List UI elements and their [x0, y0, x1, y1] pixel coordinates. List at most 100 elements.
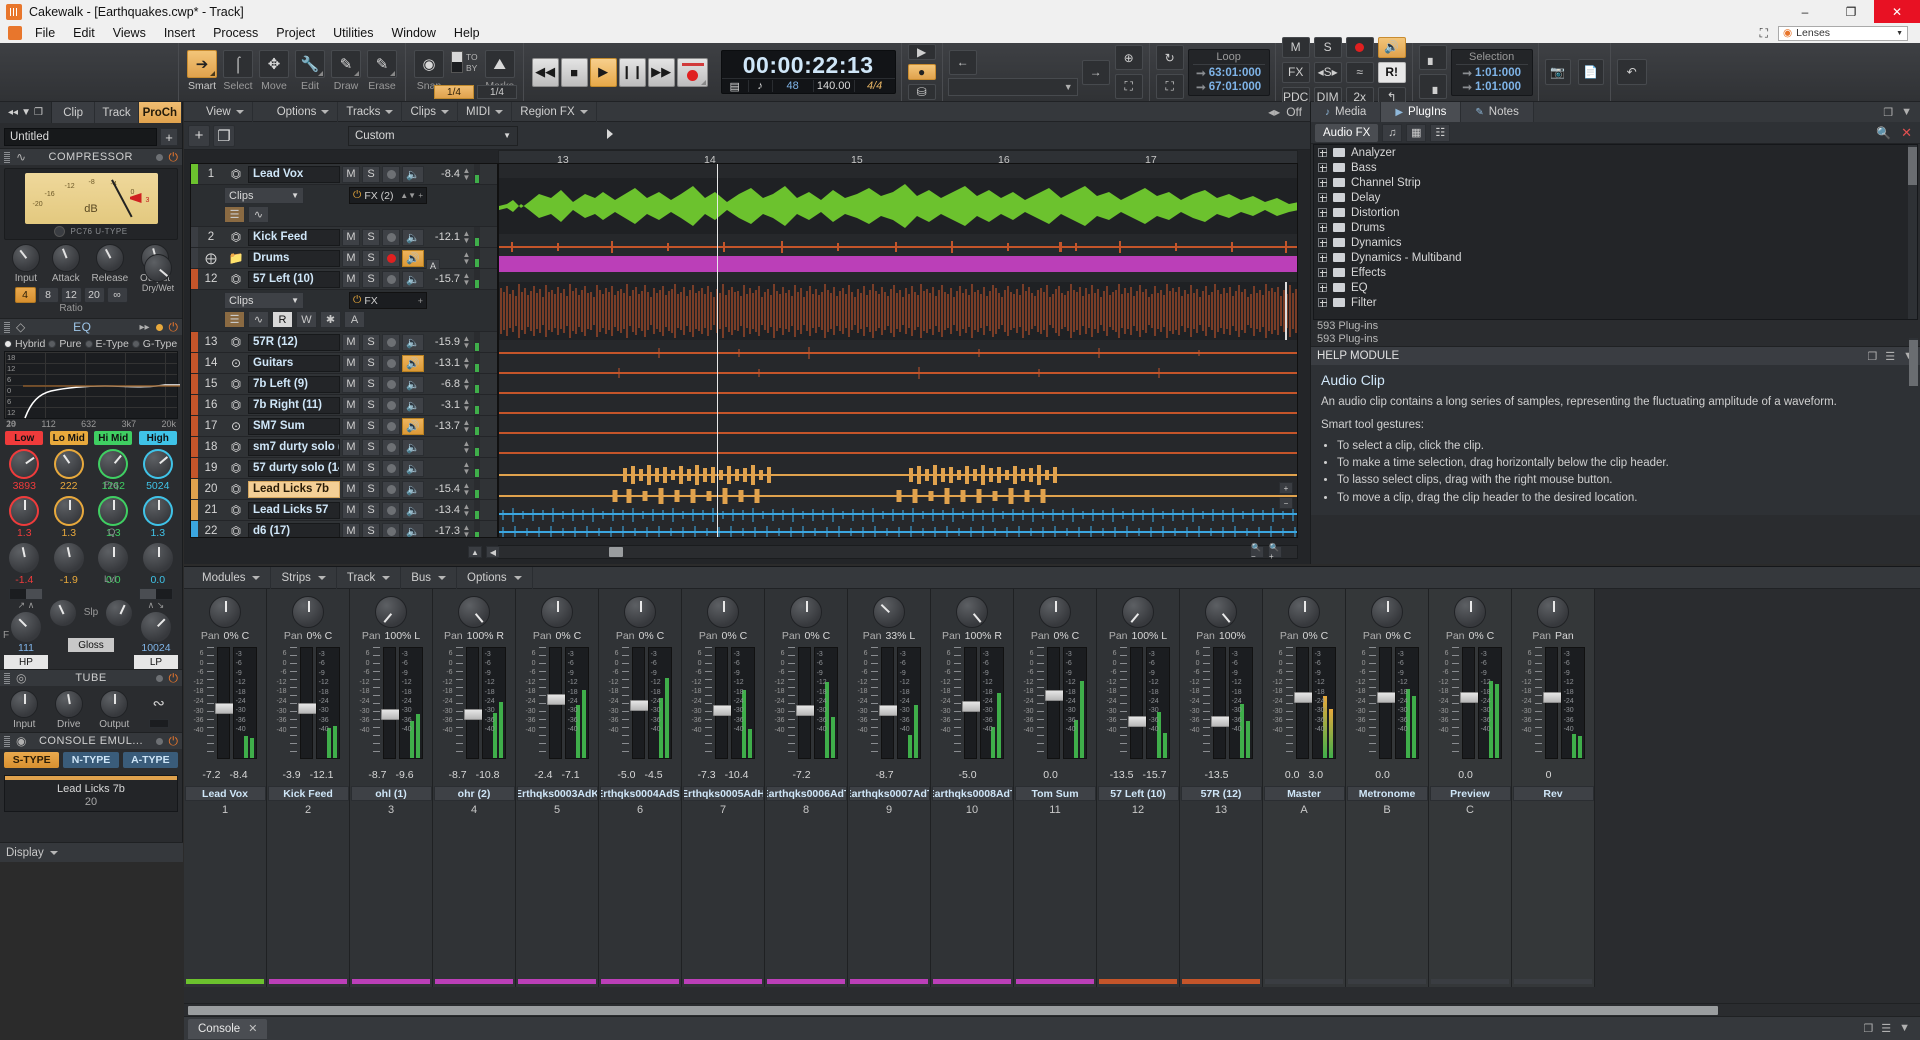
- eq-q-low[interactable]: 1.3: [4, 494, 44, 539]
- ratio-12[interactable]: 12: [61, 287, 82, 303]
- input-echo-button[interactable]: 🔊: [402, 250, 424, 267]
- inspector-nav[interactable]: ◂◂ ▼ ❐: [0, 102, 52, 123]
- track-row[interactable]: 16 ⏣ 7b Right (11) M S 🔈 -3.1 ▲▼: [191, 395, 497, 415]
- zoom-out-vertical-button[interactable]: −: [1279, 497, 1293, 509]
- ratio-20[interactable]: 20: [84, 287, 105, 303]
- strip-name[interactable]: Metronome: [1347, 786, 1428, 801]
- eq-drag-grip-icon[interactable]: [4, 322, 10, 333]
- plugin-category-row[interactable]: Drums: [1314, 220, 1917, 235]
- console-menu-icon[interactable]: ☰: [1881, 1022, 1891, 1035]
- eq-type-etype[interactable]: E-Type: [96, 338, 129, 350]
- fader-handle[interactable]: [796, 705, 815, 716]
- mixer-strip[interactable]: Pan0% C60-6-12-18-24-30-36-40-3-6-9-12-1…: [267, 589, 350, 987]
- volume-fader[interactable]: [1130, 647, 1143, 759]
- solo-button[interactable]: S: [362, 502, 380, 519]
- record-arm-button[interactable]: [382, 376, 400, 393]
- volume-fader[interactable]: [1379, 647, 1392, 759]
- pan-knob[interactable]: [1454, 596, 1486, 628]
- add-track-button[interactable]: +: [188, 125, 210, 147]
- mixer-strip[interactable]: Pan0% C60-6-12-18-24-30-36-40-3-6-9-12-1…: [516, 589, 599, 987]
- knob-input[interactable]: Input: [12, 244, 40, 284]
- tv-menu-options[interactable]: Options: [269, 102, 339, 122]
- mixer-strip[interactable]: Pan0% C60-6-12-18-24-30-36-40-3-6-9-12-1…: [1346, 589, 1429, 987]
- tv-menu-regionfx[interactable]: Region FX: [512, 102, 596, 122]
- strip-name[interactable]: 57R (12): [1181, 786, 1262, 801]
- console-collapse-icon[interactable]: ▼: [1899, 1022, 1910, 1035]
- fader-handle[interactable]: [547, 694, 566, 705]
- tube-knob-output[interactable]: Output: [99, 690, 129, 730]
- tv-menu-tracks[interactable]: Tracks: [338, 102, 402, 122]
- track-select-dropdown[interactable]: ▼: [948, 78, 1078, 96]
- mixer-strip[interactable]: Pan100% L60-6-12-18-24-30-36-40-3-6-9-12…: [350, 589, 433, 987]
- input-echo-button[interactable]: 🔈: [402, 460, 424, 477]
- close-button[interactable]: ✕: [1874, 0, 1920, 23]
- volume-fader[interactable]: [383, 647, 396, 759]
- solo-button[interactable]: S: [362, 376, 380, 393]
- console-menu-bus[interactable]: Bus: [401, 567, 457, 589]
- radio-gtype[interactable]: [132, 340, 140, 348]
- volume-fader[interactable]: [1462, 647, 1475, 759]
- selection-end-row[interactable]: ➞ 1:01:000: [1462, 80, 1521, 94]
- track-hscroll-thumb[interactable]: [609, 547, 623, 557]
- pan-knob[interactable]: [624, 596, 656, 628]
- loop-start-row[interactable]: ➞ 63:01:000: [1196, 66, 1261, 80]
- plugin-list-scrollbar[interactable]: [1908, 145, 1917, 320]
- track-name-field[interactable]: Kick Feed: [248, 229, 340, 246]
- menu-item-help[interactable]: Help: [445, 24, 489, 42]
- tube-drag-grip-icon[interactable]: [4, 673, 10, 684]
- strip-name[interactable]: Earthqks0007AdT: [849, 786, 930, 801]
- strip-name[interactable]: Rev: [1513, 786, 1594, 801]
- track-volume[interactable]: -15.4: [424, 483, 462, 495]
- volume-spinner[interactable]: ▲▼: [462, 398, 471, 412]
- automation-read-button[interactable]: R: [272, 311, 293, 328]
- fader-handle[interactable]: [713, 705, 732, 716]
- volume-spinner[interactable]: ▲▼: [462, 440, 471, 454]
- track-name-field[interactable]: 57R (12): [248, 334, 340, 351]
- volume-spinner[interactable]: ▲▼: [462, 482, 471, 496]
- radio-pure[interactable]: [48, 340, 56, 348]
- expand-icon[interactable]: [1318, 283, 1327, 292]
- tube-knob-drive[interactable]: Drive: [55, 690, 83, 730]
- automation-button[interactable]: ≈: [1346, 62, 1374, 83]
- volume-fader[interactable]: [1545, 647, 1558, 759]
- nav-dropdown-icon[interactable]: ▼: [21, 107, 31, 118]
- input-echo-button[interactable]: 🔈: [402, 523, 424, 539]
- track-name-field[interactable]: 7b Right (11): [248, 397, 340, 414]
- mixer-strip[interactable]: Pan0% C60-6-12-18-24-30-36-40-3-6-9-12-1…: [1014, 589, 1097, 987]
- meter-value[interactable]: 4/4: [854, 80, 895, 92]
- record-arm-button[interactable]: [382, 460, 400, 477]
- track-name-field[interactable]: Lead Vox: [248, 166, 340, 183]
- strip-name[interactable]: Master: [1264, 786, 1345, 801]
- pan-knob[interactable]: [1039, 596, 1071, 628]
- clip-canvas[interactable]: + −: [498, 163, 1298, 538]
- lp-button[interactable]: LP: [134, 655, 178, 669]
- plugin-category-row[interactable]: Filter: [1314, 295, 1917, 310]
- tool-select[interactable]: ⌠ Select: [221, 50, 255, 94]
- console-hscroll-thumb[interactable]: [188, 1006, 1718, 1015]
- strip-name[interactable]: Earthqks0008AdT: [932, 786, 1013, 801]
- radio-hybrid[interactable]: [4, 340, 12, 348]
- record-arm-button[interactable]: [382, 418, 400, 435]
- input-echo-button[interactable]: 🔈: [402, 376, 424, 393]
- compressor-power-icon[interactable]: ⏻: [169, 150, 179, 165]
- strip-name[interactable]: Preview: [1430, 786, 1511, 801]
- tube-toggle[interactable]: [149, 719, 169, 728]
- track-volume[interactable]: -6.8: [424, 378, 462, 390]
- tab-notes[interactable]: ✎ Notes: [1461, 102, 1533, 122]
- expand-icon[interactable]: [1318, 268, 1327, 277]
- menu-item-file[interactable]: File: [26, 24, 64, 42]
- input-echo-button[interactable]: 🔈: [402, 271, 424, 288]
- loop-end-row[interactable]: ➞ 67:01:000: [1196, 80, 1261, 94]
- tube-indicator[interactable]: [156, 675, 163, 682]
- track-name-field[interactable]: Lead Licks 57: [248, 502, 340, 519]
- scroll-up-button[interactable]: ▲: [468, 546, 482, 558]
- track-row[interactable]: 12 ⏣ 57 Left (10) M S 🔈 -15.7 ▲▼: [191, 269, 497, 289]
- track-row[interactable]: 2 ⏣ Kick Feed M S 🔈 -12.1 ▲▼: [191, 227, 497, 247]
- now-time-marker[interactable]: [607, 129, 619, 141]
- console-tab[interactable]: Console ✕: [188, 1019, 267, 1039]
- plugin-list-scroll-thumb[interactable]: [1908, 147, 1917, 185]
- volume-fader[interactable]: [798, 647, 811, 759]
- display-label[interactable]: Display: [6, 847, 44, 859]
- zoom-in-vertical-button[interactable]: +: [1279, 482, 1293, 494]
- tool-draw[interactable]: ✎ Draw: [329, 50, 363, 94]
